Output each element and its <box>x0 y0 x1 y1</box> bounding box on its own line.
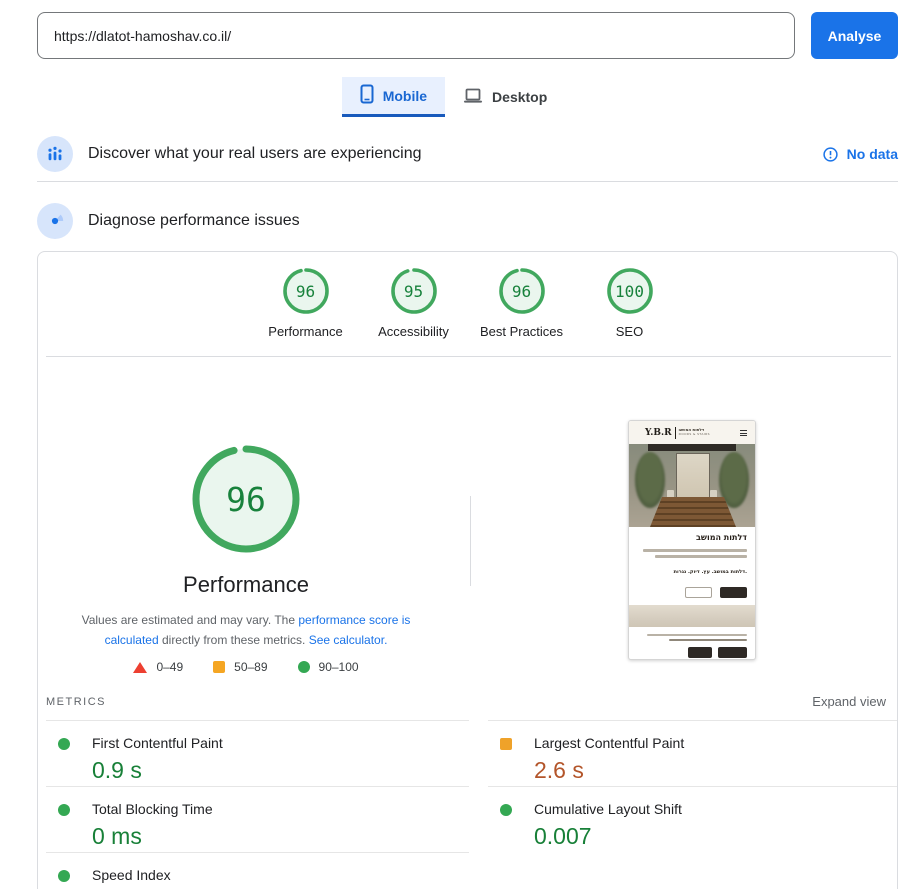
pass-circle-icon <box>58 804 70 816</box>
metric-speed-index: Speed Index <box>46 852 469 889</box>
thumb-text-line <box>655 555 747 558</box>
metric-name: Largest Contentful Paint <box>534 735 684 751</box>
score-label: Accessibility <box>360 324 468 339</box>
metric-value: 2.6 s <box>534 757 584 784</box>
thumb-text-line <box>669 639 747 641</box>
legend-range: 90–100 <box>319 660 359 674</box>
score-range-legend: 0–49 50–89 90–100 <box>81 660 411 674</box>
metric-name: First Contentful Paint <box>92 735 223 751</box>
url-input[interactable] <box>37 12 795 59</box>
thumb-text-line <box>643 549 747 552</box>
score-performance[interactable]: 96 Performance <box>252 267 360 339</box>
thumb-page-heading: דלתות המושב <box>696 533 747 542</box>
average-square-icon <box>500 738 512 750</box>
fail-triangle-icon <box>133 662 147 673</box>
logo-separator <box>675 427 676 439</box>
thumb-button <box>718 647 747 658</box>
thumb-tagline: דלתות במושב. עץ. דיוק. נגרות. <box>674 569 747 575</box>
mobile-phone-icon <box>360 84 374 107</box>
lab-data-section-header: Diagnose performance issues <box>0 203 907 239</box>
no-data-label: No data <box>847 146 898 162</box>
average-square-icon <box>213 661 225 673</box>
thumb-button <box>685 587 712 598</box>
metric-value: 0.9 s <box>92 757 142 784</box>
page-screenshot-thumbnail: Y.B.R דלתות המושב DOORS & STAIRS דלתות ה… <box>628 420 756 660</box>
expand-view-button[interactable]: Expand view <box>812 694 891 709</box>
field-data-title: Discover what your real users are experi… <box>88 136 421 172</box>
metrics-title: METRICS <box>46 696 106 708</box>
lab-data-title: Diagnose performance issues <box>88 203 300 239</box>
score-value: 96 <box>498 267 546 315</box>
score-label: Performance <box>252 324 360 339</box>
score-label: Best Practices <box>468 324 576 339</box>
analyse-button[interactable]: Analyse <box>811 12 898 59</box>
pass-circle-icon <box>58 870 70 882</box>
device-tabs: Mobile Desktop <box>0 77 907 117</box>
metric-cumulative-layout-shift: Cumulative Layout Shift 0.007 <box>488 786 897 852</box>
lighthouse-report-card: 96 Performance 95 Accessibility <box>37 251 898 889</box>
field-data-section-header: Discover what your real users are experi… <box>0 136 907 172</box>
tab-desktop-label: Desktop <box>492 89 547 105</box>
performance-gauge-title: Performance <box>81 572 411 598</box>
tab-desktop[interactable]: Desktop <box>445 77 565 117</box>
card-divider <box>46 356 891 357</box>
category-score-row: 96 Performance 95 Accessibility <box>38 267 897 339</box>
metrics-header: METRICS Expand view <box>46 694 891 709</box>
score-value: 95 <box>390 267 438 315</box>
thumb-button <box>688 647 712 658</box>
thumb-text-line <box>647 634 747 636</box>
performance-gauge: 96 <box>191 444 301 554</box>
pass-circle-icon <box>298 661 310 673</box>
site-logo: Y.B.R <box>645 428 672 438</box>
score-disclaimer: Values are estimated and may vary. The p… <box>81 610 411 650</box>
thumb-button <box>720 587 747 598</box>
disclaimer-text: Values are estimated and may vary. The <box>82 613 299 627</box>
score-value: 100 <box>606 267 654 315</box>
thumb-banner-image <box>629 605 755 627</box>
metric-total-blocking-time: Total Blocking Time 0 ms <box>46 786 469 852</box>
thumb-site-header: Y.B.R דלתות המושב DOORS & STAIRS <box>629 421 755 444</box>
legend-range: 0–49 <box>156 660 183 674</box>
disclaimer-text: directly from these metrics. <box>159 633 309 647</box>
metric-first-contentful-paint: First Contentful Paint 0.9 s <box>46 720 469 786</box>
score-seo[interactable]: 100 SEO <box>576 267 684 339</box>
legend-fail: 0–49 <box>133 660 183 674</box>
site-logo-english: DOORS & STAIRS <box>679 433 710 437</box>
legend-average: 50–89 <box>213 660 267 674</box>
section-divider <box>37 181 898 182</box>
pagespeed-insights-page: Analyse Mobile Desktop <box>0 0 907 889</box>
pass-circle-icon <box>58 738 70 750</box>
legend-range: 50–89 <box>234 660 267 674</box>
metric-name: Speed Index <box>92 867 171 883</box>
legend-pass: 90–100 <box>298 660 359 674</box>
score-value: 96 <box>282 267 330 315</box>
metric-largest-contentful-paint: Largest Contentful Paint 2.6 s <box>488 720 897 786</box>
desktop-laptop-icon <box>463 87 483 108</box>
metric-value: 0 ms <box>92 823 142 850</box>
performance-gauge-value: 96 <box>191 444 301 554</box>
real-users-icon <box>37 136 73 172</box>
hamburger-menu-icon <box>740 430 747 438</box>
score-accessibility[interactable]: 95 Accessibility <box>360 267 468 339</box>
hero-image <box>629 444 755 527</box>
tab-mobile-label: Mobile <box>383 88 427 104</box>
tab-mobile[interactable]: Mobile <box>342 77 445 117</box>
metrics-column-right: Largest Contentful Paint 2.6 s Cumulativ… <box>488 720 897 852</box>
no-data-status[interactable]: No data <box>823 136 898 172</box>
diagnose-icon <box>37 203 73 239</box>
metric-name: Cumulative Layout Shift <box>534 801 682 817</box>
pass-circle-icon <box>500 804 512 816</box>
see-calculator-link[interactable]: See calculator. <box>309 633 388 647</box>
info-icon <box>823 147 838 162</box>
metric-name: Total Blocking Time <box>92 801 213 817</box>
score-label: SEO <box>576 324 684 339</box>
vertical-divider <box>470 496 471 586</box>
metric-value: 0.007 <box>534 823 592 850</box>
metrics-column-left: First Contentful Paint 0.9 s Total Block… <box>46 720 469 889</box>
score-best-practices[interactable]: 96 Best Practices <box>468 267 576 339</box>
